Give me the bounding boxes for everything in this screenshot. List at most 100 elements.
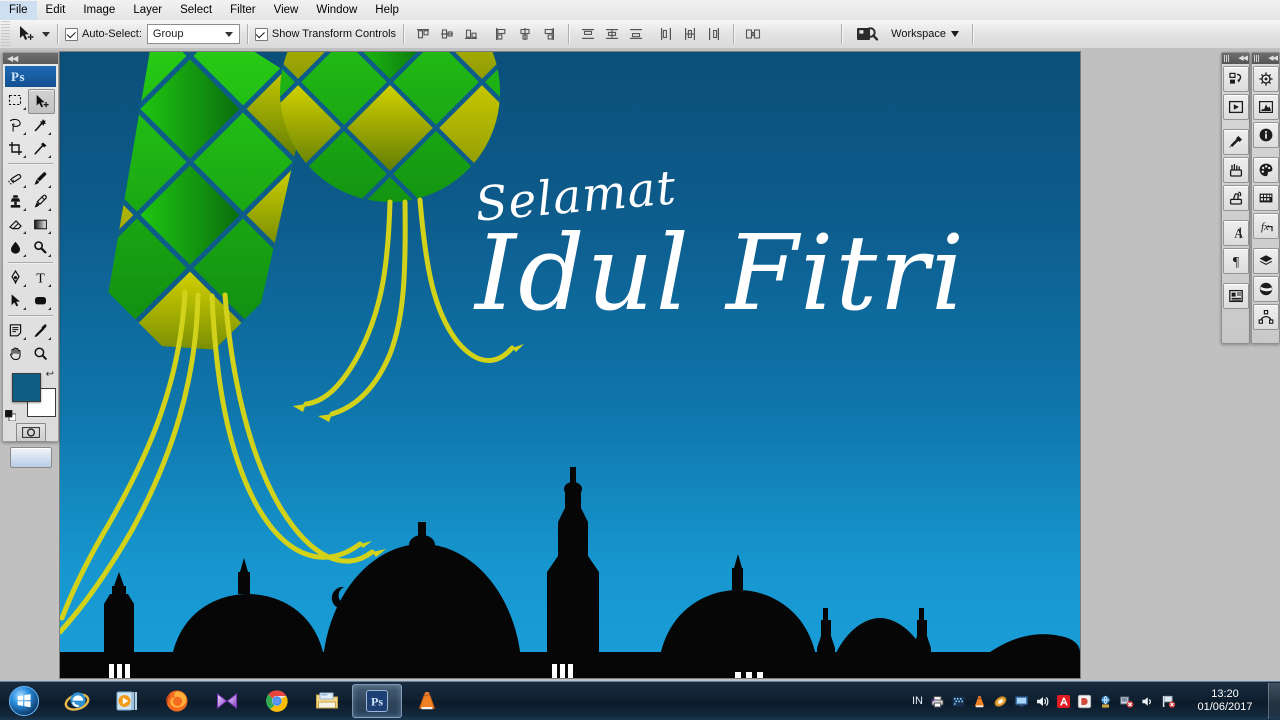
clone-source-panel-icon[interactable] [1222, 185, 1249, 211]
menu-edit[interactable]: Edit [37, 1, 75, 20]
show-desktop-button[interactable] [1268, 683, 1280, 719]
taskbar-adobe-photoshop[interactable]: Ps [352, 684, 402, 718]
path-selection-tool[interactable] [3, 289, 28, 312]
taskbar-internet-explorer[interactable] [52, 684, 102, 718]
workspace-button[interactable]: Workspace [885, 23, 965, 45]
menu-file[interactable]: File [0, 0, 37, 20]
auto-select-dropdown[interactable]: Group [146, 24, 240, 44]
collapse-panel-icon[interactable]: ◀◀ [1268, 55, 1278, 62]
printer-icon[interactable] [929, 693, 945, 709]
taskbar-mozilla-firefox[interactable] [152, 684, 202, 718]
collapse-panel-icon[interactable]: ◀◀ [7, 54, 18, 63]
distribute-horizontal-centers-button[interactable] [679, 23, 701, 45]
taskbar-google-chrome[interactable] [252, 684, 302, 718]
document-canvas[interactable]: Selamat Idul Fitri [60, 52, 1080, 678]
auto-select-checkbox[interactable] [65, 27, 78, 41]
smadav-icon[interactable] [992, 693, 1008, 709]
dodge-tool[interactable] [28, 236, 53, 259]
brushes-panel-icon[interactable] [1222, 157, 1249, 183]
swap-colors-icon[interactable]: ↩ [46, 369, 54, 380]
actions-panel-icon[interactable] [1222, 94, 1249, 120]
options-bar-grip[interactable] [1, 21, 10, 47]
network-share-icon[interactable] [1097, 693, 1113, 709]
menu-window[interactable]: Window [307, 1, 366, 20]
action-center-flag-icon[interactable] [1160, 693, 1176, 709]
paragraph-panel-icon[interactable]: ¶ [1222, 248, 1249, 274]
idm-icon[interactable] [1076, 693, 1092, 709]
slice-tool[interactable] [28, 137, 53, 160]
taskbar-windows-media-player[interactable] [102, 684, 152, 718]
change-screen-mode-button[interactable] [9, 447, 52, 468]
brush-tool[interactable] [28, 167, 53, 190]
dock-right-header[interactable]: ◀◀ [1252, 53, 1279, 64]
menu-image[interactable]: Image [74, 1, 124, 20]
volume-icon[interactable] [1034, 693, 1050, 709]
distribute-bottom-edges-button[interactable] [625, 23, 647, 45]
paths-panel-icon[interactable] [1252, 304, 1279, 330]
spot-healing-brush-tool[interactable] [3, 167, 28, 190]
show-transform-checkbox[interactable] [254, 27, 268, 41]
distribute-right-edges-button[interactable] [703, 23, 725, 45]
align-top-edges-button[interactable] [412, 23, 434, 45]
rounded-rectangle-tool[interactable] [28, 289, 53, 312]
safely-remove-hardware-icon[interactable] [1118, 693, 1134, 709]
history-brush-tool[interactable] [28, 190, 53, 213]
tool-presets-panel-icon[interactable] [1222, 129, 1249, 155]
collapse-panel-icon[interactable]: ◀◀ [1238, 55, 1248, 62]
align-bottom-edges-button[interactable] [460, 23, 482, 45]
info-panel-icon[interactable] [1252, 122, 1279, 148]
launch-bridge-button[interactable] [849, 23, 885, 45]
taskbar-clock[interactable]: 13:20 01/06/2017 [1184, 688, 1266, 714]
navigator-panel-icon[interactable] [1252, 66, 1279, 92]
align-horizontal-centers-button[interactable] [514, 23, 536, 45]
character-panel-icon[interactable]: A [1222, 220, 1249, 246]
clone-stamp-tool[interactable] [3, 190, 28, 213]
align-vertical-centers-button[interactable] [436, 23, 458, 45]
menu-select[interactable]: Select [171, 1, 221, 20]
hand-tool[interactable] [3, 342, 28, 365]
layers-panel-icon[interactable] [1252, 248, 1279, 274]
styles-panel-icon[interactable]: fx [1252, 213, 1279, 239]
distribute-vertical-centers-button[interactable] [601, 23, 623, 45]
gradient-tool[interactable] [28, 213, 53, 236]
move-tool-preview[interactable] [13, 23, 39, 45]
histogram-panel-icon[interactable] [1252, 94, 1279, 120]
menu-layer[interactable]: Layer [124, 1, 171, 20]
align-left-edges-button[interactable] [490, 23, 512, 45]
layer-comps-panel-icon[interactable] [1222, 283, 1249, 309]
taskbar-windows-explorer[interactable] [302, 684, 352, 718]
taskbar-vlc-media-player[interactable] [402, 684, 452, 718]
menu-filter[interactable]: Filter [221, 1, 265, 20]
vlc-tray-icon[interactable] [971, 693, 987, 709]
foreground-color-swatch[interactable] [12, 373, 41, 402]
default-colors-icon[interactable] [4, 408, 17, 422]
tool-preset-caret-icon[interactable] [42, 31, 50, 37]
dock-left-header[interactable]: ◀◀ [1222, 53, 1249, 64]
speaker-icon[interactable] [1139, 693, 1155, 709]
display-adapter-icon[interactable] [1013, 693, 1029, 709]
taskbar-windows-movie-maker[interactable] [202, 684, 252, 718]
horizontal-type-tool[interactable]: T [28, 266, 53, 289]
pen-tool[interactable] [3, 266, 28, 289]
eraser-tool[interactable] [3, 213, 28, 236]
distribute-top-edges-button[interactable] [577, 23, 599, 45]
channels-panel-icon[interactable] [1252, 276, 1279, 302]
menu-view[interactable]: View [265, 1, 308, 20]
magic-wand-tool[interactable] [28, 114, 53, 137]
swatches-panel-icon[interactable] [1252, 185, 1279, 211]
auto-align-layers-button[interactable] [742, 23, 764, 45]
blur-tool[interactable] [3, 236, 28, 259]
menu-help[interactable]: Help [366, 1, 408, 20]
color-panel-icon[interactable] [1252, 157, 1279, 183]
tools-panel-header[interactable]: ◀◀ [3, 53, 58, 64]
zoom-tool[interactable] [28, 342, 53, 365]
align-right-edges-button[interactable] [538, 23, 560, 45]
lasso-tool[interactable] [3, 114, 28, 137]
distribute-left-edges-button[interactable] [655, 23, 677, 45]
edit-in-quick-mask-mode-button[interactable] [15, 423, 46, 442]
move-tool[interactable] [28, 89, 55, 114]
notes-tool[interactable] [3, 319, 28, 342]
avira-antivirus-icon[interactable] [1055, 693, 1071, 709]
crop-tool[interactable] [3, 137, 28, 160]
rectangular-marquee-tool[interactable] [3, 89, 28, 112]
